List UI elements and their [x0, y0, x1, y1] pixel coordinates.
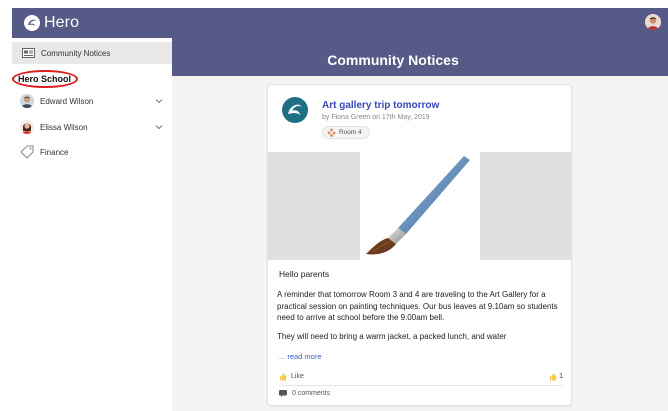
sidebar-item-community-notices[interactable]: Community Notices: [12, 42, 172, 64]
room-tag-label: Room 4: [339, 129, 362, 136]
hero-logo-icon: [24, 15, 40, 31]
notice-title[interactable]: Art gallery trip tomorrow: [322, 100, 439, 111]
image-letterbox-right: [480, 152, 572, 260]
chevron-down-icon[interactable]: [154, 122, 164, 132]
sidebar-item-label: Finance: [40, 147, 69, 157]
notice-body-paragraph: They will need to bring a warm jacket, a…: [277, 332, 507, 341]
image-letterbox-left: [268, 152, 360, 260]
reaction-row: Like 1: [279, 372, 563, 382]
notice-image[interactable]: [268, 152, 572, 260]
comments-label: 0 comments: [292, 390, 331, 397]
sidebar-item-edward-wilson[interactable]: Edward Wilson: [12, 91, 172, 111]
notice-card: Art gallery trip tomorrow by Fiona Green…: [267, 84, 572, 406]
avatar: [20, 120, 34, 134]
like-count-value: 1: [559, 373, 563, 380]
school-heading: Hero School: [12, 70, 132, 88]
brand-name: Hero: [44, 14, 80, 31]
brand-bar[interactable]: Hero: [12, 8, 172, 38]
paintbrush-icon: [366, 156, 470, 255]
like-label: Like: [291, 373, 304, 380]
comments-button[interactable]: 0 comments: [279, 390, 330, 397]
sidebar-item-elissa-wilson[interactable]: Elissa Wilson: [12, 117, 172, 137]
read-more-link[interactable]: ... read more: [279, 352, 322, 361]
like-count[interactable]: 1: [549, 372, 563, 381]
notice-body-paragraph: A reminder that tomorrow Room 3 and 4 ar…: [277, 290, 558, 322]
comment-icon: [279, 390, 287, 397]
notice-meta: by Fiona Green on 17th May, 2019: [322, 114, 430, 121]
school-name: Hero School: [18, 74, 72, 84]
hero-logo-icon: [282, 97, 308, 123]
sidebar-item-label: Community Notices: [41, 48, 111, 58]
chevron-down-icon[interactable]: [154, 96, 164, 106]
thumbs-up-icon: [280, 373, 287, 381]
room-tag: Room 4: [322, 126, 370, 139]
thumbs-up-icon: [550, 373, 557, 381]
person-name: Elissa Wilson: [40, 122, 88, 132]
app-window: Hero Community Notices Hero School Edwar…: [0, 0, 668, 411]
page-title: Community Notices: [327, 52, 459, 68]
tag-icon: [20, 145, 34, 159]
divider: [279, 385, 563, 386]
like-button[interactable]: Like: [279, 372, 304, 381]
user-avatar[interactable]: [645, 14, 661, 30]
group-icon: [327, 128, 336, 137]
notice-greeting: Hello parents: [279, 269, 330, 279]
avatar: [20, 94, 34, 108]
person-name: Edward Wilson: [40, 96, 94, 106]
sidebar: Community Notices Hero School Edward Wil…: [12, 38, 172, 411]
newspaper-icon: [22, 48, 35, 58]
sidebar-item-finance[interactable]: Finance: [12, 142, 172, 162]
